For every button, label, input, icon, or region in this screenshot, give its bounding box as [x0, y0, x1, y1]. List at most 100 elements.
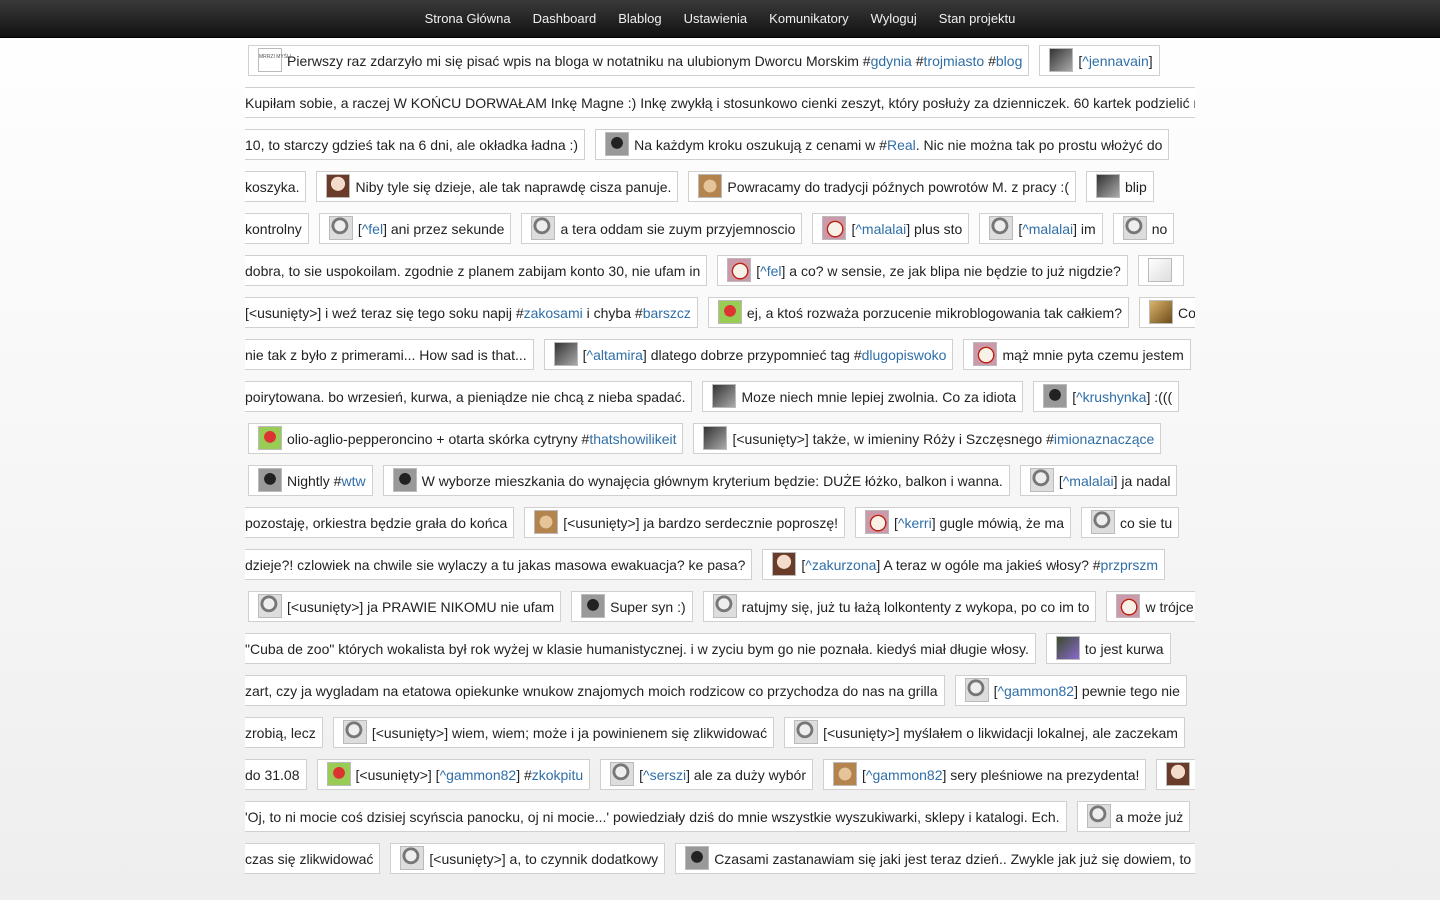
hashtag-link[interactable]: zakosami [524, 305, 583, 321]
nav-link-stan-projektu[interactable]: Stan projektu [939, 11, 1016, 26]
message-item[interactable]: poirytowana. bo wrzesień, kurwa, a pieni… [245, 381, 693, 412]
nav-link-dashboard[interactable]: Dashboard [533, 11, 597, 26]
avatar-icon[interactable] [794, 720, 819, 745]
message-item[interactable]: [<usunięty>] [^gammon82] #zkokpitu [316, 759, 591, 790]
avatar-icon[interactable] [1166, 762, 1191, 787]
user-link[interactable]: ^krushynka [1076, 389, 1146, 405]
nav-link-ustawienia[interactable]: Ustawienia [684, 11, 748, 26]
message-item[interactable]: Nightly #wtw [248, 465, 373, 496]
message-item[interactable]: ej, a ktoś rozważa porzucenie mikroblogo… [707, 297, 1129, 328]
avatar-icon[interactable] [610, 762, 635, 787]
message-item[interactable]: [^altamira] dlatego dobrze przypomnieć t… [543, 339, 954, 370]
message-item[interactable]: [^zakurzona] A teraz w ogóle ma jakieś w… [762, 549, 1166, 580]
avatar-icon[interactable] [553, 342, 578, 367]
avatar-icon[interactable] [326, 174, 351, 199]
avatar-icon[interactable] [342, 720, 367, 745]
message-item[interactable]: [<usunięty>] myślałem o likwidacji lokal… [784, 717, 1185, 748]
avatar-icon[interactable] [685, 846, 710, 871]
message-item[interactable]: pozostaję, orkiestra będzie grała do koń… [245, 507, 515, 538]
message-item[interactable]: ratujmy się, już tu łażą lolkontenty z w… [702, 591, 1097, 622]
hashtag-link[interactable]: blog [996, 53, 1022, 69]
user-link[interactable]: ^kerri [898, 515, 932, 531]
hashtag-link[interactable]: przprszm [1101, 557, 1159, 573]
message-item[interactable] [1156, 759, 1195, 790]
avatar-icon[interactable] [989, 216, 1014, 241]
avatar-icon[interactable] [698, 174, 723, 199]
nav-link-wyloguj[interactable]: Wyloguj [871, 11, 917, 26]
message-item[interactable]: Coś [1139, 297, 1195, 328]
message-item[interactable]: [<usunięty>] ja PRAWIE NIKOMU nie ufam [248, 591, 562, 622]
avatar-icon[interactable] [822, 216, 847, 241]
avatar-icon[interactable] [964, 678, 989, 703]
user-link[interactable]: ^malalai [1063, 473, 1114, 489]
user-link[interactable]: ^gammon82 [997, 683, 1074, 699]
message-item[interactable]: a może już [1076, 801, 1191, 832]
message-item[interactable]: w trójce [1106, 591, 1195, 622]
avatar-icon[interactable] [772, 552, 797, 577]
user-link[interactable]: ^fel [760, 263, 781, 279]
avatar-icon[interactable] [973, 342, 998, 367]
message-item[interactable]: "Cuba de zoo" których wokalista był rok … [245, 633, 1036, 664]
user-link[interactable]: ^malalai [1022, 221, 1073, 237]
message-item[interactable]: nie tak z było z primerami... How sad is… [245, 339, 534, 370]
message-item[interactable] [1137, 255, 1184, 286]
avatar-icon[interactable]: MRRZI MYŚLI [258, 48, 291, 73]
avatar-icon[interactable] [1147, 258, 1172, 283]
avatar-icon[interactable] [1091, 510, 1115, 535]
avatar-icon[interactable] [581, 594, 606, 619]
message-item[interactable]: [^krushynka] :((( [1033, 381, 1180, 412]
avatar-icon[interactable] [531, 216, 556, 241]
avatar-icon[interactable] [833, 762, 857, 787]
user-link[interactable]: ^zakurzona [805, 557, 876, 573]
avatar-icon[interactable] [1049, 48, 1074, 73]
avatar-icon[interactable] [1116, 594, 1141, 619]
message-item[interactable]: Niby tyle się dzieje, ale tak naprawdę c… [316, 171, 679, 202]
message-item[interactable]: a tera oddam sie zuym przyjemnoscio [521, 213, 803, 244]
message-item[interactable]: [^fel] ani przez sekunde [318, 213, 512, 244]
message-item[interactable]: [<usunięty>] i weź teraz się tego soku n… [245, 297, 698, 328]
message-item[interactable]: [^malalai] im [979, 213, 1103, 244]
message-item[interactable]: Super syn :) [571, 591, 693, 622]
message-item[interactable]: Kupiłam sobie, a raczej W KOŃCU DORWAŁAM… [245, 87, 1195, 118]
nav-link-komunikatory[interactable]: Komunikatory [769, 11, 848, 26]
avatar-icon[interactable] [712, 594, 737, 619]
avatar-icon[interactable] [712, 384, 737, 409]
avatar-icon[interactable] [1086, 804, 1111, 829]
message-item[interactable]: [^jennavain] [1039, 45, 1160, 76]
avatar-icon[interactable] [727, 258, 752, 283]
message-item[interactable]: blip [1086, 171, 1154, 202]
message-item[interactable]: W wyborze mieszkania do wynajęcia główny… [382, 465, 1010, 496]
hashtag-link[interactable]: gdynia [871, 53, 912, 69]
message-item[interactable]: [^gammon82] sery pleśniowe na prezydenta… [823, 759, 1147, 790]
avatar-icon[interactable] [717, 300, 742, 325]
user-link[interactable]: ^malalai [855, 221, 906, 237]
message-item[interactable]: dobra, to sie uspokoilam. zgodnie z plan… [245, 255, 708, 286]
avatar-icon[interactable] [1055, 636, 1080, 661]
user-link[interactable]: ^gammon82 [440, 767, 517, 783]
message-item[interactable]: [^serszi] ale za duży wybór [600, 759, 813, 790]
message-item[interactable]: Na każdym kroku oszukują z cenami w #Rea… [595, 129, 1170, 160]
hashtag-link[interactable]: wtw [341, 473, 365, 489]
user-link[interactable]: ^jennavain [1082, 53, 1149, 69]
message-item[interactable]: [^malalai] plus sto [812, 213, 970, 244]
message-item[interactable]: kontrolny [245, 213, 309, 244]
user-link[interactable]: ^gammon82 [866, 767, 943, 783]
message-item[interactable]: koszyka. [245, 171, 307, 202]
message-item[interactable]: Czasami zastanawiam się jaki jest teraz … [675, 843, 1195, 874]
hashtag-link[interactable]: barszcz [643, 305, 691, 321]
message-item[interactable]: zrobią, lecz [245, 717, 323, 748]
hashtag-link[interactable]: imionaznaczące [1054, 431, 1154, 447]
message-item[interactable]: [^fel] a co? w sensie, ze jak blipa nie … [717, 255, 1128, 286]
avatar-icon[interactable] [392, 468, 417, 493]
message-item[interactable]: Powracamy do tradycji późnych powrotów M… [688, 171, 1076, 202]
message-item[interactable]: [<usunięty>] a, to czynnik dodatkowy [390, 843, 666, 874]
avatar-icon[interactable] [258, 468, 282, 493]
avatar-icon[interactable] [258, 426, 282, 451]
avatar-icon[interactable] [534, 510, 559, 535]
avatar-icon[interactable] [1029, 468, 1054, 493]
avatar-icon[interactable] [865, 510, 890, 535]
user-link[interactable]: ^serszi [643, 767, 686, 783]
hashtag-link[interactable]: thatshowilikeit [589, 431, 676, 447]
message-item[interactable]: [<usunięty>] ja bardzo serdecznie popros… [524, 507, 846, 538]
hashtag-link[interactable]: Real [887, 137, 916, 153]
